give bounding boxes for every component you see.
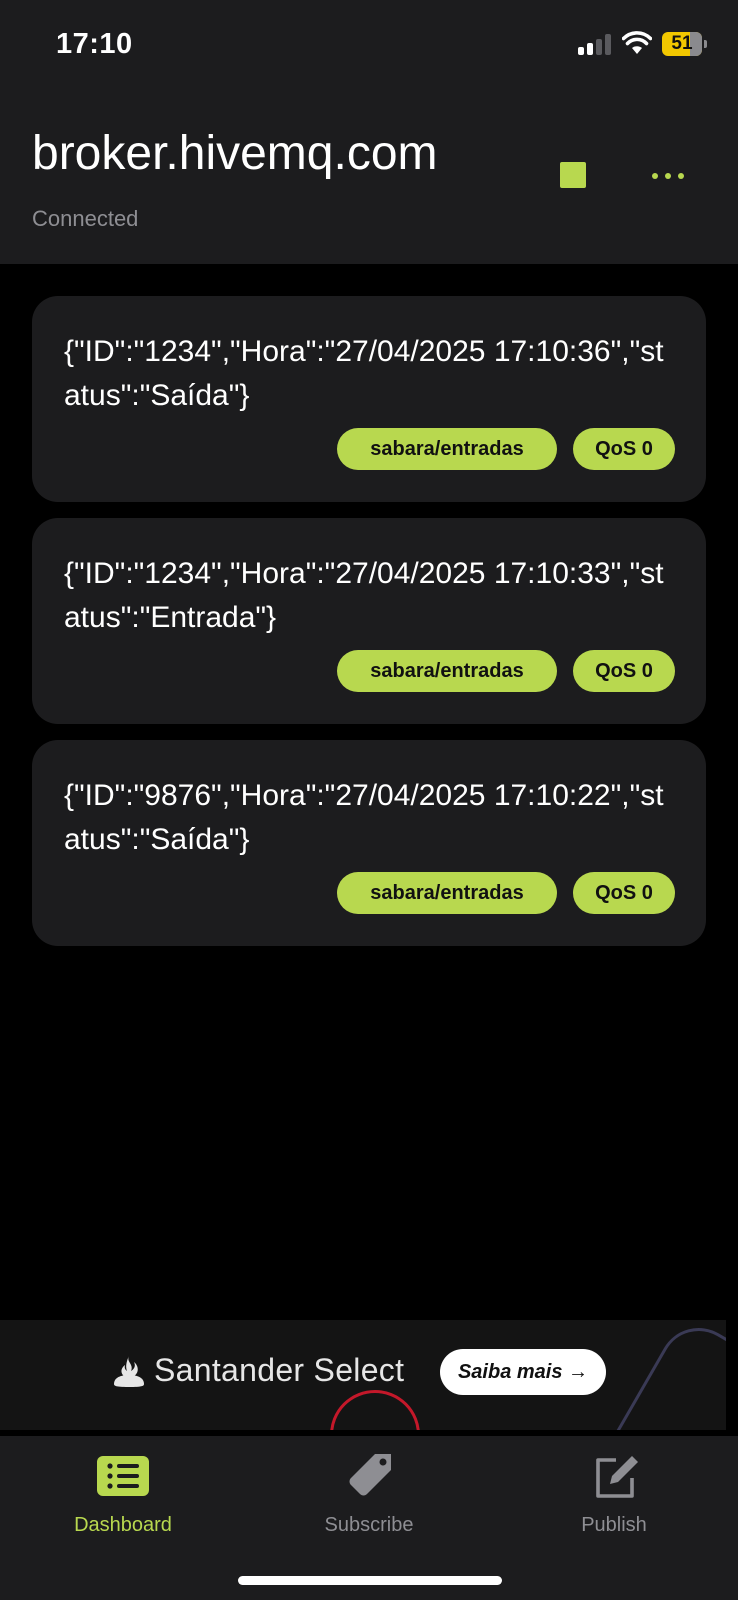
qos-badge: QoS 0	[573, 428, 675, 470]
signal-icon	[578, 33, 614, 55]
qos-badge: QoS 0	[573, 872, 675, 914]
flame-icon	[114, 1355, 144, 1387]
wifi-icon	[622, 31, 652, 54]
message-card[interactable]: {"ID":"1234","Hora":"27/04/2025 17:10:36…	[32, 296, 706, 502]
topic-badge: sabara/entradas	[337, 872, 557, 914]
ad-banner[interactable]: Santander Select Saiba mais →	[0, 1320, 726, 1430]
tab-dashboard[interactable]: Dashboard	[43, 1452, 203, 1542]
tab-subscribe[interactable]: Subscribe	[289, 1452, 449, 1542]
ad-brand: Santander Select	[154, 1352, 405, 1388]
ad-cta-button[interactable]: Saiba mais →	[440, 1349, 606, 1395]
stop-icon[interactable]	[560, 162, 586, 188]
topic-badge: sabara/entradas	[337, 428, 557, 470]
qos-badge: QoS 0	[573, 650, 675, 692]
message-payload: {"ID":"1234","Hora":"27/04/2025 17:10:36…	[64, 335, 664, 412]
tag-icon	[349, 1454, 391, 1496]
connection-status: Connected	[32, 206, 139, 231]
broker-title: broker.hivemq.com	[32, 127, 438, 180]
message-card[interactable]: {"ID":"9876","Hora":"27/04/2025 17:10:22…	[32, 740, 706, 946]
home-indicator	[238, 1576, 502, 1585]
topic-badge: sabara/entradas	[337, 650, 557, 692]
tab-publish-label: Publish	[581, 1514, 647, 1536]
more-horizontal-icon[interactable]	[646, 166, 690, 186]
message-card[interactable]: {"ID":"1234","Hora":"27/04/2025 17:10:33…	[32, 518, 706, 724]
status-bar: 17:10 51	[0, 0, 738, 90]
tab-publish[interactable]: Publish	[534, 1452, 694, 1542]
connection-header: broker.hivemq.com Connected	[0, 90, 738, 264]
battery-level: 51	[671, 33, 693, 54]
message-list: {"ID":"1234","Hora":"27/04/2025 17:10:36…	[32, 296, 706, 962]
edit-icon	[596, 1456, 638, 1498]
tab-subscribe-label: Subscribe	[324, 1514, 414, 1536]
message-payload: {"ID":"1234","Hora":"27/04/2025 17:10:33…	[64, 557, 664, 634]
tab-dashboard-label: Dashboard	[74, 1514, 172, 1536]
battery-icon: 51	[662, 32, 707, 56]
santander-logo: Santander Select	[112, 1352, 404, 1389]
list-icon	[97, 1456, 149, 1496]
ad-decoration	[330, 1390, 420, 1430]
status-time: 17:10	[56, 28, 133, 60]
message-payload: {"ID":"9876","Hora":"27/04/2025 17:10:22…	[64, 779, 664, 856]
